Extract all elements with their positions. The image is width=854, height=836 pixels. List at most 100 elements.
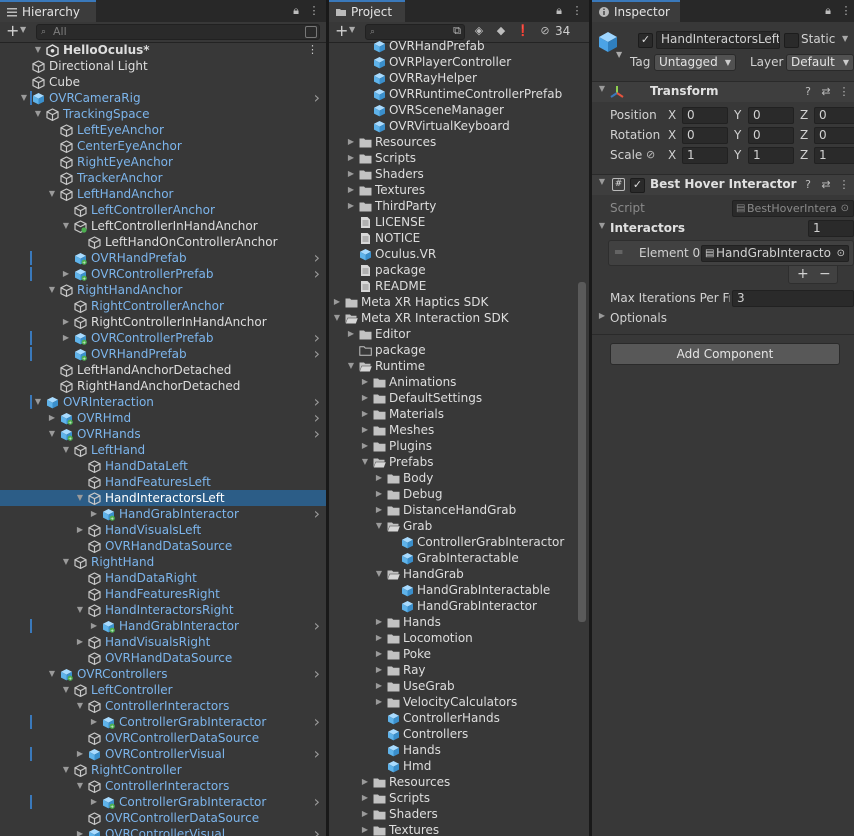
preset-icon[interactable]: ⇄ <box>818 84 834 100</box>
hierarchy-row[interactable]: ▼ OVRInteraction › <box>0 394 326 410</box>
collapse-arrow-icon[interactable]: ▶ <box>345 198 357 214</box>
hierarchy-row[interactable]: ▼ LeftControllerInHandAnchor <box>0 218 326 234</box>
collapse-arrow-icon[interactable]: ▶ <box>345 326 357 342</box>
hierarchy-row[interactable]: ▼ RightHand <box>0 554 326 570</box>
more-options-icon[interactable]: ⋮ <box>306 3 322 19</box>
collapse-arrow-icon[interactable]: ▶ <box>331 294 343 310</box>
active-checkbox[interactable]: ✓ <box>638 33 653 48</box>
hierarchy-row[interactable]: ▶ + HandGrabInteractor › <box>0 618 326 634</box>
interactors-size-field[interactable]: 1 <box>808 220 854 237</box>
hierarchy-row[interactable]: Directional Light <box>0 58 326 74</box>
transform-position-y-field[interactable]: 0 <box>748 107 794 124</box>
hierarchy-row[interactable]: + OVRHandPrefab › <box>0 346 326 362</box>
tab-project[interactable]: Project <box>329 0 405 22</box>
open-prefab-chevron-icon[interactable]: › <box>314 426 320 442</box>
project-row[interactable]: ▶ Meshes <box>329 422 589 438</box>
collapse-arrow-icon[interactable]: ▶ <box>74 826 86 836</box>
hierarchy-row[interactable]: ▶ + ControllerGrabInteractor › <box>0 714 326 730</box>
expand-arrow-icon[interactable]: ▼ <box>373 518 385 534</box>
transform-rotation-y-field[interactable]: 0 <box>748 127 794 144</box>
project-row[interactable]: ▶ Shaders <box>329 806 589 822</box>
collapse-arrow-icon[interactable]: ▼ <box>596 84 608 93</box>
collapse-arrow-icon[interactable]: ▶ <box>359 806 371 822</box>
open-prefab-chevron-icon[interactable]: › <box>314 346 320 362</box>
expand-arrow-icon[interactable]: ▼ <box>74 698 86 714</box>
expand-arrow-icon[interactable]: ▼ <box>60 762 72 778</box>
open-prefab-chevron-icon[interactable]: › <box>314 794 320 810</box>
collapse-arrow-icon[interactable]: ▶ <box>373 630 385 646</box>
expand-arrow-icon[interactable]: ▼ <box>74 778 86 794</box>
project-row[interactable]: ▶ Hands <box>329 614 589 630</box>
project-row[interactable]: ▶ Animations <box>329 374 589 390</box>
project-row[interactable]: HandGrabInteractor <box>329 598 589 614</box>
collapse-arrow-icon[interactable]: ▶ <box>359 774 371 790</box>
collapse-arrow-icon[interactable]: ▶ <box>74 746 86 762</box>
collapse-arrow-icon[interactable]: ▶ <box>345 134 357 150</box>
project-row[interactable]: OVRSceneManager <box>329 102 589 118</box>
expand-arrow-icon[interactable]: ▼ <box>60 682 72 698</box>
collapse-arrow-icon[interactable]: ▶ <box>373 646 385 662</box>
more-options-icon[interactable]: ⋮ <box>838 3 854 19</box>
transform-header[interactable]: ▼ Transform ? ⇄ ⋮ <box>592 81 854 102</box>
expand-arrow-icon[interactable]: ▼ <box>345 358 357 374</box>
hierarchy-search-input[interactable]: ⌕ All <box>36 24 320 40</box>
hierarchy-row[interactable]: OVRHandDataSource <box>0 650 326 666</box>
open-prefab-chevron-icon[interactable]: › <box>314 746 320 762</box>
collapse-arrow-icon[interactable]: ▶ <box>88 794 100 810</box>
tab-inspector[interactable]: Inspector <box>592 0 680 22</box>
hierarchy-row[interactable]: ▶ HandVisualsRight <box>0 634 326 650</box>
tag-dropdown[interactable]: Untagged ▼ <box>654 54 736 71</box>
component-menu-icon[interactable]: ⋮ <box>836 84 852 100</box>
object-picker-icon[interactable]: ⊙ <box>836 246 845 261</box>
hierarchy-row[interactable]: HandDataLeft <box>0 458 326 474</box>
project-row[interactable]: ▼ Meta XR Interaction SDK <box>329 310 589 326</box>
hierarchy-row[interactable]: ▼ LeftHand <box>0 442 326 458</box>
project-row[interactable]: Controllers <box>329 726 589 742</box>
more-options-icon[interactable]: ⋮ <box>569 3 585 19</box>
hierarchy-row[interactable]: ▼ RightHandAnchor <box>0 282 326 298</box>
project-scrollbar[interactable] <box>578 282 586 622</box>
project-row[interactable]: ControllerHands <box>329 710 589 726</box>
project-row[interactable]: OVRRuntimeControllerPrefab <box>329 86 589 102</box>
hierarchy-row[interactable]: ▼ RightController <box>0 762 326 778</box>
scene-row[interactable]: ▼ HelloOculus* ⋮ <box>0 42 326 58</box>
hierarchy-row[interactable]: LeftHandOnControllerAnchor <box>0 234 326 250</box>
project-row[interactable]: GrabInteractable <box>329 550 589 566</box>
expand-arrow-icon[interactable]: ▼ <box>74 602 86 618</box>
hierarchy-row[interactable]: ▶ + HandGrabInteractor › <box>0 506 326 523</box>
project-row[interactable]: ▼ Grab <box>329 518 589 534</box>
hierarchy-row[interactable]: TrackerAnchor <box>0 170 326 186</box>
open-prefab-chevron-icon[interactable]: › <box>314 714 320 730</box>
project-row[interactable]: ▶ Editor <box>329 326 589 342</box>
collapse-arrow-icon[interactable]: ▶ <box>359 438 371 454</box>
project-row[interactable]: Hands <box>329 742 589 758</box>
hierarchy-row[interactable]: CenterEyeAnchor <box>0 138 326 154</box>
expand-arrow-icon[interactable]: ▼ <box>32 106 44 122</box>
open-prefab-chevron-icon[interactable]: › <box>314 506 320 522</box>
project-row[interactable]: ▶ Poke <box>329 646 589 662</box>
hierarchy-row[interactable]: RightControllerAnchor <box>0 298 326 314</box>
lock-icon[interactable]: 🔒︎ <box>820 3 836 19</box>
project-row[interactable]: ▶ Shaders <box>329 166 589 182</box>
add-element-button[interactable]: + <box>797 266 809 282</box>
expand-arrow-icon[interactable]: ▼ <box>60 442 72 458</box>
transform-rotation-z-field[interactable]: 0 <box>814 127 854 144</box>
dropdown-arrow-icon[interactable]: ▼ <box>20 25 26 34</box>
collapse-arrow-icon[interactable]: ▶ <box>359 374 371 390</box>
component-header[interactable]: ▼ # ✓ Best Hover Interactor Gr ? ⇄ ⋮ <box>592 174 854 195</box>
search-by-type-icon[interactable]: ⧉ <box>449 23 465 39</box>
component-enabled-checkbox[interactable]: ✓ <box>630 178 645 193</box>
project-row[interactable]: ControllerGrabInteractor <box>329 534 589 550</box>
hierarchy-row[interactable]: LeftEyeAnchor <box>0 122 326 138</box>
lock-icon[interactable]: 🔒︎ <box>288 3 304 19</box>
project-row[interactable]: ▶ Scripts <box>329 790 589 806</box>
project-row[interactable]: ▶ Materials <box>329 406 589 422</box>
expand-arrow-icon[interactable]: ▼ <box>46 666 58 682</box>
collapse-arrow-icon[interactable]: ▶ <box>345 182 357 198</box>
collapse-arrow-icon[interactable]: ▶ <box>359 406 371 422</box>
hierarchy-row[interactable]: ▼ OVRCameraRig › <box>0 90 326 106</box>
hierarchy-row[interactable]: ▼ ControllerInteractors <box>0 778 326 794</box>
hierarchy-row[interactable]: ▶ OVRControllerVisual › <box>0 746 326 762</box>
project-row[interactable]: ▶ Ray <box>329 662 589 678</box>
collapse-arrow-icon[interactable]: ▶ <box>60 266 72 282</box>
